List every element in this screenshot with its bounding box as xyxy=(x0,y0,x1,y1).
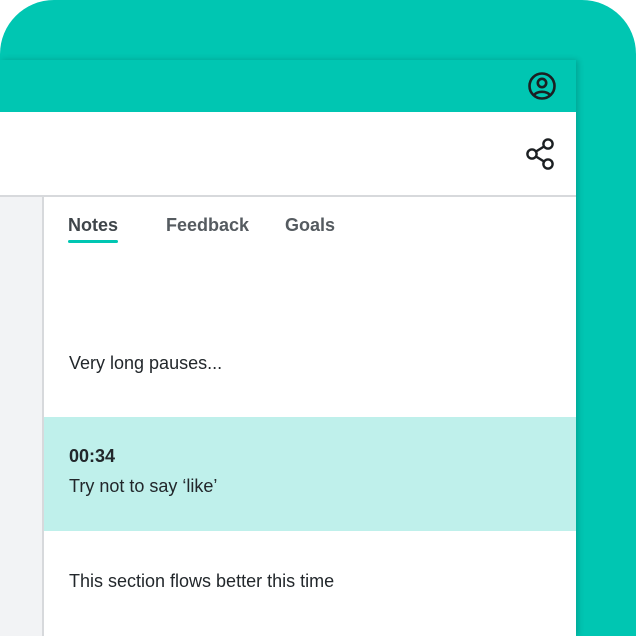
tab-feedback[interactable]: Feedback xyxy=(166,215,249,236)
toolbar xyxy=(0,112,576,197)
app-window: Notes Feedback Goals Very long pauses...… xyxy=(0,60,576,636)
note-item-selected[interactable]: 00:34 Try not to say ‘like’ xyxy=(44,417,576,531)
active-tab-indicator xyxy=(68,240,118,243)
tab-goals[interactable]: Goals xyxy=(285,215,335,236)
top-bar xyxy=(0,60,576,112)
note-timestamp: 00:34 xyxy=(69,446,116,466)
tab-goals-label: Goals xyxy=(285,215,336,235)
note-text: This section flows better this time xyxy=(69,571,335,591)
share-icon[interactable] xyxy=(524,137,556,171)
tab-notes-label: Notes xyxy=(68,215,119,235)
content-pane xyxy=(0,197,44,636)
note-item[interactable]: Very long pauses... xyxy=(44,317,576,417)
device-frame: Notes Feedback Goals Very long pauses...… xyxy=(0,0,636,636)
note-text: Very long pauses... xyxy=(69,353,223,373)
notes-panel: Notes Feedback Goals Very long pauses...… xyxy=(44,197,576,636)
tab-feedback-label: Feedback xyxy=(166,215,250,235)
account-circle-icon[interactable] xyxy=(526,70,558,102)
tab-notes[interactable]: Notes xyxy=(68,215,119,243)
note-item[interactable]: This section flows better this time xyxy=(44,531,576,636)
note-text: Try not to say ‘like’ xyxy=(69,476,218,496)
